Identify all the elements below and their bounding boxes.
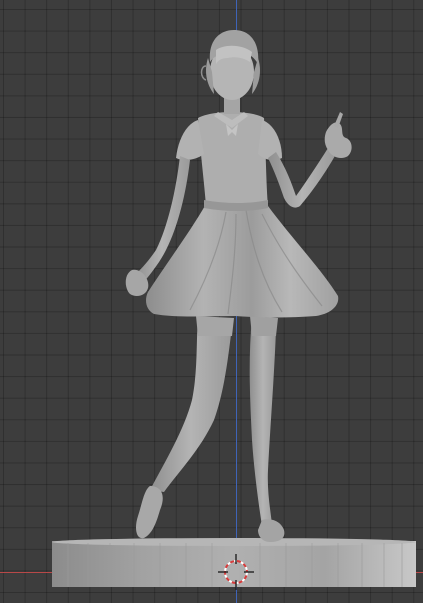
- scene-canvas[interactable]: [0, 0, 423, 603]
- figurine-model[interactable]: [125, 30, 352, 542]
- pedestal[interactable]: [52, 538, 416, 587]
- 3d-viewport[interactable]: [0, 0, 423, 603]
